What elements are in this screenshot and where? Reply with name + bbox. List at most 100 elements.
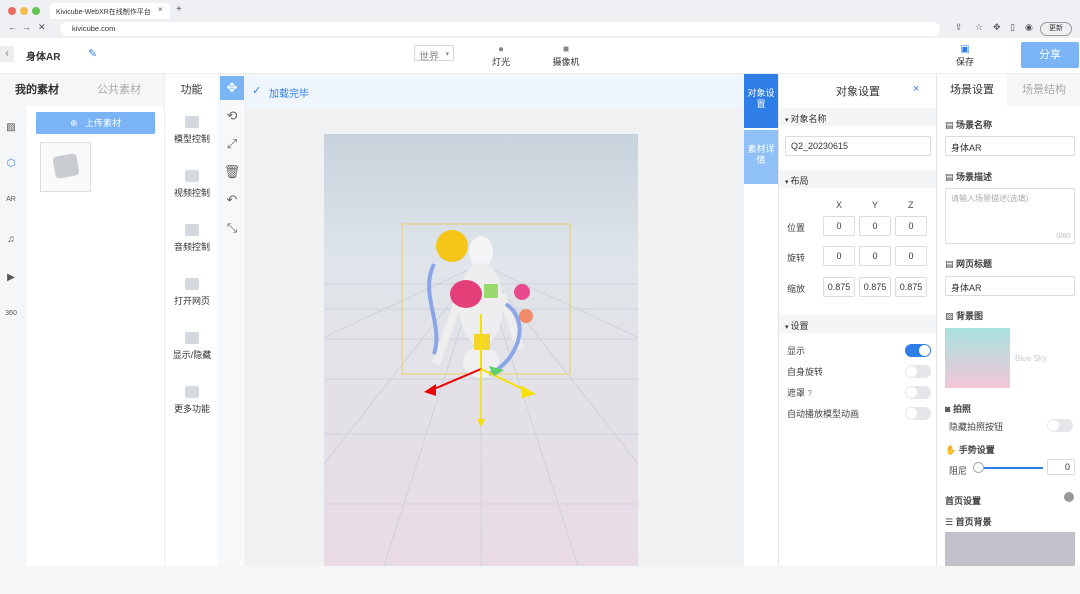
- audio-asset-icon[interactable]: ♫: [4, 234, 18, 248]
- camera-button[interactable]: ■ 摄像机: [546, 44, 586, 68]
- damping-slider-handle[interactable]: [973, 462, 984, 473]
- address-bar[interactable]: kivicube.com: [60, 22, 940, 36]
- scale-z-input[interactable]: 0.875: [895, 277, 927, 297]
- back-arrow-icon[interactable]: ‹: [0, 46, 14, 62]
- home-settings-help-icon[interactable]: [1064, 492, 1074, 502]
- tab-close-icon[interactable]: ×: [158, 5, 163, 14]
- video-asset-icon[interactable]: ▶: [4, 272, 18, 286]
- tab-title: Kivicube-WebXR在线制作平台: [56, 9, 151, 16]
- scale-tool-icon[interactable]: ⤢: [220, 132, 244, 156]
- background-preview[interactable]: [945, 328, 1010, 388]
- maximize-window-dot[interactable]: [32, 7, 40, 15]
- world-select[interactable]: 世界 ▾: [414, 45, 454, 63]
- object-name-input[interactable]: Q2_20230615: [785, 136, 931, 156]
- scene-name-input[interactable]: 身体AR: [945, 136, 1075, 156]
- page-title-input[interactable]: 身体AR: [945, 276, 1075, 296]
- tab-my-assets[interactable]: 我的素材: [0, 74, 74, 106]
- browser-tab[interactable]: Kivicube-WebXR在线制作平台: [50, 3, 170, 19]
- self-rotate-toggle[interactable]: [905, 365, 931, 378]
- section-layout[interactable]: ▾ 布局: [779, 170, 937, 188]
- tab-asset-detail[interactable]: 素材详情: [744, 130, 778, 184]
- world-select-value: 世界: [419, 52, 439, 63]
- function-item[interactable]: 更多功能: [165, 386, 219, 415]
- image-asset-icon[interactable]: ▨: [4, 122, 18, 136]
- undo-icon[interactable]: ↶: [220, 188, 244, 212]
- function-item[interactable]: 显示/隐藏: [165, 332, 219, 361]
- damping-input[interactable]: 0: [1047, 459, 1075, 475]
- tab-public-assets[interactable]: 公共素材: [74, 74, 164, 106]
- tab-object-settings[interactable]: 对象设置: [744, 74, 778, 128]
- function-item[interactable]: 打开网页: [165, 278, 219, 307]
- home-bg-label-text: 首页背景: [955, 517, 992, 527]
- mask-toggle[interactable]: [905, 386, 931, 399]
- rotation-y-input[interactable]: 0: [859, 246, 891, 266]
- camera-label: 摄像机: [552, 57, 580, 67]
- check-circle-icon: ✓: [252, 85, 262, 97]
- light-button[interactable]: ● 灯光: [481, 44, 521, 68]
- rotation-x-input[interactable]: 0: [823, 246, 855, 266]
- home-bg-preview[interactable]: [945, 532, 1075, 566]
- share-page-icon[interactable]: ⇪: [955, 22, 963, 33]
- section-object-name[interactable]: ▾ 对象名称: [779, 108, 937, 126]
- asset-thumbnail[interactable]: [40, 142, 91, 192]
- hide-photo-toggle[interactable]: [1047, 419, 1073, 432]
- model-asset-icon[interactable]: ⬡: [4, 158, 18, 172]
- mask-label-text: 遮罩: [787, 388, 806, 398]
- function-item[interactable]: 视频控制: [165, 170, 219, 199]
- upload-label: 上传素材: [85, 118, 122, 128]
- home-settings-label: 首页设置: [945, 496, 982, 506]
- gesture-label: ✋ 手势设置: [945, 443, 995, 456]
- position-y-input[interactable]: 0: [859, 216, 891, 236]
- light-label: 灯光: [491, 57, 510, 67]
- section-settings[interactable]: ▾ 设置: [779, 315, 937, 333]
- ar-asset-icon[interactable]: AR: [4, 196, 18, 210]
- scale-x-input[interactable]: 0.875: [823, 277, 855, 297]
- 3d-viewport[interactable]: [246, 108, 744, 566]
- forward-icon[interactable]: →: [22, 22, 31, 32]
- profile-icon[interactable]: ◉: [1025, 22, 1033, 33]
- autoplay-toggle[interactable]: [905, 407, 931, 420]
- upload-asset-button[interactable]: ⊕ 上传素材: [36, 112, 155, 134]
- move-tool-icon[interactable]: ✥: [220, 76, 244, 100]
- close-window-dot[interactable]: [8, 7, 16, 15]
- sidebar-icon[interactable]: ▯: [1010, 22, 1015, 33]
- edit-name-icon[interactable]: ✎: [88, 47, 97, 60]
- rotation-z-input[interactable]: 0: [895, 246, 927, 266]
- function-item[interactable]: 音频控制: [165, 224, 219, 253]
- damping-slider-track[interactable]: [975, 467, 1043, 469]
- share-button[interactable]: 分享: [1021, 42, 1079, 68]
- show-hide-icon: [185, 332, 199, 344]
- close-icon[interactable]: ×: [913, 83, 919, 95]
- scene-desc-placeholder: 请输入场景描述(选填): [951, 194, 1029, 203]
- rotate-tool-icon[interactable]: ⟲: [220, 104, 244, 128]
- position-z-input[interactable]: 0: [895, 216, 927, 236]
- new-tab-icon[interactable]: +: [176, 4, 182, 15]
- save-button[interactable]: ▣ 保存: [945, 44, 985, 68]
- function-item[interactable]: 模型控制: [165, 116, 219, 145]
- axis-x-label: X: [836, 200, 843, 210]
- panorama-asset-icon[interactable]: 360: [4, 310, 18, 324]
- bookmark-star-icon[interactable]: ☆: [975, 22, 983, 33]
- show-toggle[interactable]: [905, 344, 931, 357]
- load-status-text: 加载完毕: [269, 89, 309, 100]
- tab-scene-settings[interactable]: 场景设置: [937, 74, 1007, 106]
- help-icon[interactable]: ?: [808, 389, 812, 398]
- more-functions-icon: [185, 386, 199, 398]
- scene-canvas[interactable]: [324, 134, 638, 566]
- delete-icon[interactable]: 🗑: [220, 160, 244, 184]
- back-icon[interactable]: ←: [8, 22, 17, 32]
- position-x-input[interactable]: 0: [823, 216, 855, 236]
- minimize-window-dot[interactable]: [20, 7, 28, 15]
- fit-view-icon[interactable]: ⤡: [220, 216, 244, 240]
- autoplay-label: 自动播放模型动画: [787, 409, 860, 419]
- extensions-icon[interactable]: ✥: [993, 22, 1001, 33]
- functions-title: 功能: [164, 74, 218, 106]
- stop-loading-icon[interactable]: ✕: [38, 22, 46, 33]
- viewport-status-bar: ✓ 加载完毕: [246, 74, 744, 108]
- scale-y-input[interactable]: 0.875: [859, 277, 891, 297]
- self-rotate-label: 自身旋转: [787, 367, 824, 377]
- function-label: 视频控制: [173, 188, 210, 198]
- scene-desc-textarea[interactable]: 请输入场景描述(选填) 0/60: [945, 188, 1075, 244]
- update-button[interactable]: 更新: [1040, 22, 1072, 36]
- tab-scene-structure[interactable]: 场景结构: [1007, 74, 1080, 106]
